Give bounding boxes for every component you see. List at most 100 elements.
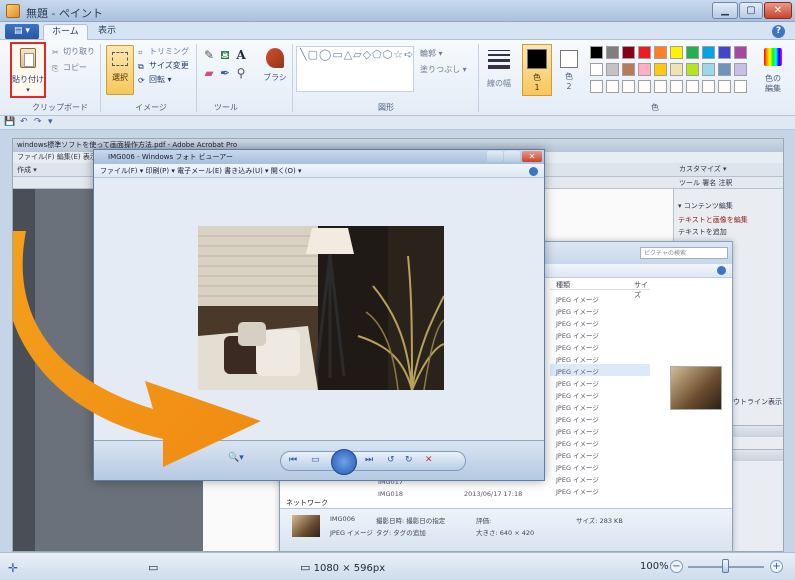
palette-swatch[interactable] (670, 63, 683, 76)
palette-swatch[interactable] (638, 80, 651, 93)
palette-swatch[interactable] (638, 63, 651, 76)
table-row[interactable]: JPEG イメージ (550, 448, 650, 460)
qat-customize-icon[interactable]: ▾ (48, 117, 53, 127)
text-tool-icon[interactable]: A (234, 48, 248, 62)
cut-button[interactable]: ✂ 切り取り (52, 46, 95, 58)
help-icon[interactable]: ? (772, 25, 785, 38)
file-menu-button[interactable]: ▤ ▾ (5, 24, 39, 39)
help-icon[interactable] (717, 266, 726, 275)
eraser-icon[interactable]: ▰ (202, 66, 216, 80)
shapes-gallery[interactable]: ╲▢◯▭△▱◇⬠⬡☆➪⇨⇩⇦⇧✩✦✧◌ (296, 46, 414, 92)
color-picker-icon[interactable]: ✒ (218, 66, 232, 80)
palette-swatch[interactable] (622, 46, 635, 59)
palette-swatch[interactable] (670, 46, 683, 59)
close-button[interactable]: ✕ (764, 2, 792, 19)
next-icon[interactable]: ⏭ (365, 455, 373, 465)
crop-button[interactable]: ⌗ トリミング (138, 46, 189, 58)
tab-home[interactable]: ホーム (43, 24, 88, 40)
palette-swatch[interactable] (702, 80, 715, 93)
paste-button[interactable]: 貼り付け ▾ (10, 42, 46, 98)
color-2-button[interactable]: 色 2 (556, 44, 584, 96)
help-icon[interactable] (529, 167, 538, 176)
palette-swatch[interactable] (606, 80, 619, 93)
paste-dropdown-arrow[interactable]: ▾ (12, 86, 44, 94)
palette-swatch[interactable] (654, 63, 667, 76)
table-row[interactable]: JPEG イメージ (550, 364, 650, 376)
fill-dropdown[interactable]: 塗りつぶし ▾ (420, 64, 467, 75)
delete-icon[interactable]: ✕ (425, 455, 433, 465)
palette-swatch[interactable] (606, 46, 619, 59)
tab-view[interactable]: 表示 (90, 24, 124, 40)
palette-swatch[interactable] (686, 63, 699, 76)
magnifier-icon[interactable]: ⚲ (234, 66, 248, 80)
palette-swatch[interactable] (686, 46, 699, 59)
rotate-right-icon[interactable]: ↻ (405, 455, 413, 465)
table-row[interactable]: JPEG イメージ (550, 436, 650, 448)
palette-swatch[interactable] (702, 46, 715, 59)
zoom-in-button[interactable]: + (770, 560, 783, 573)
table-row[interactable]: JPEG イメージ (550, 424, 650, 436)
resize-button[interactable]: ⧉ サイズ変更 (138, 60, 189, 72)
palette-swatch[interactable] (638, 46, 651, 59)
rotate-button[interactable]: ⟳ 回転 ▾ (138, 74, 172, 86)
palette-swatch[interactable] (718, 63, 731, 76)
zoom-slider-thumb[interactable] (722, 559, 729, 573)
palette-swatch[interactable] (654, 80, 667, 93)
color-1-button[interactable]: 色 1 (522, 44, 552, 96)
explorer-search-input[interactable]: ピクチャの検索 (640, 247, 728, 259)
previous-icon[interactable]: ⏮ (289, 455, 297, 465)
line-width-button[interactable]: 線の幅 (484, 46, 514, 96)
palette-swatch[interactable] (590, 46, 603, 59)
redo-icon[interactable]: ↷ (34, 117, 42, 127)
table-row[interactable]: JPEG イメージ (550, 352, 650, 364)
slideshow-button[interactable] (331, 449, 357, 475)
table-row[interactable]: JPEG イメージ (550, 292, 650, 304)
palette-swatch[interactable] (718, 46, 731, 59)
table-row[interactable]: JPEG イメージ (550, 400, 650, 412)
table-row[interactable]: JPEG イメージ (550, 412, 650, 424)
palette-swatch[interactable] (622, 80, 635, 93)
fill-icon[interactable]: ⛾ (218, 48, 232, 62)
table-row[interactable]: JPEG イメージ (550, 328, 650, 340)
table-row[interactable]: JPEG イメージ (550, 340, 650, 352)
rotate-left-icon[interactable]: ↺ (387, 455, 395, 465)
palette-swatch[interactable] (654, 46, 667, 59)
pasted-screenshot[interactable]: windows標準ソフトを使って画面操作方法.pdf - Adobe Acrob… (12, 138, 784, 552)
table-row[interactable]: JPEG イメージ (550, 376, 650, 388)
copy-button[interactable]: ⎘ コピー (52, 62, 87, 74)
palette-swatch[interactable] (622, 63, 635, 76)
palette-swatch[interactable] (734, 63, 747, 76)
palette-swatch[interactable] (686, 80, 699, 93)
outline-dropdown[interactable]: 輪郭 ▾ (420, 48, 443, 59)
edit-colors-button[interactable]: 色の 編集 (756, 46, 790, 98)
palette-swatch[interactable] (670, 80, 683, 93)
palette-swatch[interactable] (734, 46, 747, 59)
minimize-button[interactable]: ▁ (712, 2, 738, 19)
table-row[interactable]: JPEG イメージ (550, 388, 650, 400)
minimize-button[interactable] (504, 151, 520, 162)
undo-icon[interactable]: ↶ (20, 117, 28, 127)
palette-swatch[interactable] (590, 80, 603, 93)
table-row[interactable]: JPEG イメージ (550, 304, 650, 316)
table-row[interactable]: JPEG イメージ (550, 460, 650, 472)
actual-size-icon[interactable]: ▭ (311, 455, 320, 465)
palette-swatch[interactable] (734, 80, 747, 93)
palette-swatch[interactable] (590, 63, 603, 76)
palette-swatch[interactable] (702, 63, 715, 76)
table-row[interactable]: JPEG イメージ (550, 316, 650, 328)
close-button[interactable]: ✕ (522, 151, 542, 162)
file-type-cell: JPEG イメージ (556, 308, 599, 316)
save-icon[interactable]: 💾 (4, 117, 15, 127)
select-button[interactable]: 選択 (106, 45, 134, 95)
zoom-out-button[interactable]: − (670, 560, 683, 573)
maximize-button[interactable]: ▢ (739, 2, 763, 19)
nav-network[interactable]: ネットワーク (286, 498, 328, 508)
palette-swatch[interactable] (718, 80, 731, 93)
palette-swatch[interactable] (606, 63, 619, 76)
list-item[interactable]: IMG018 (378, 490, 403, 498)
photo-viewer-menu[interactable]: ファイル(F) ▾ 印刷(P) ▾ 電子メール(E) 書き込み(U) ▾ 開く(… (94, 164, 544, 178)
brush-button[interactable]: ブラシ (262, 46, 288, 96)
paint-app-icon[interactable] (6, 4, 20, 18)
pencil-icon[interactable]: ✎ (202, 48, 216, 62)
maximize-button[interactable] (487, 151, 503, 162)
